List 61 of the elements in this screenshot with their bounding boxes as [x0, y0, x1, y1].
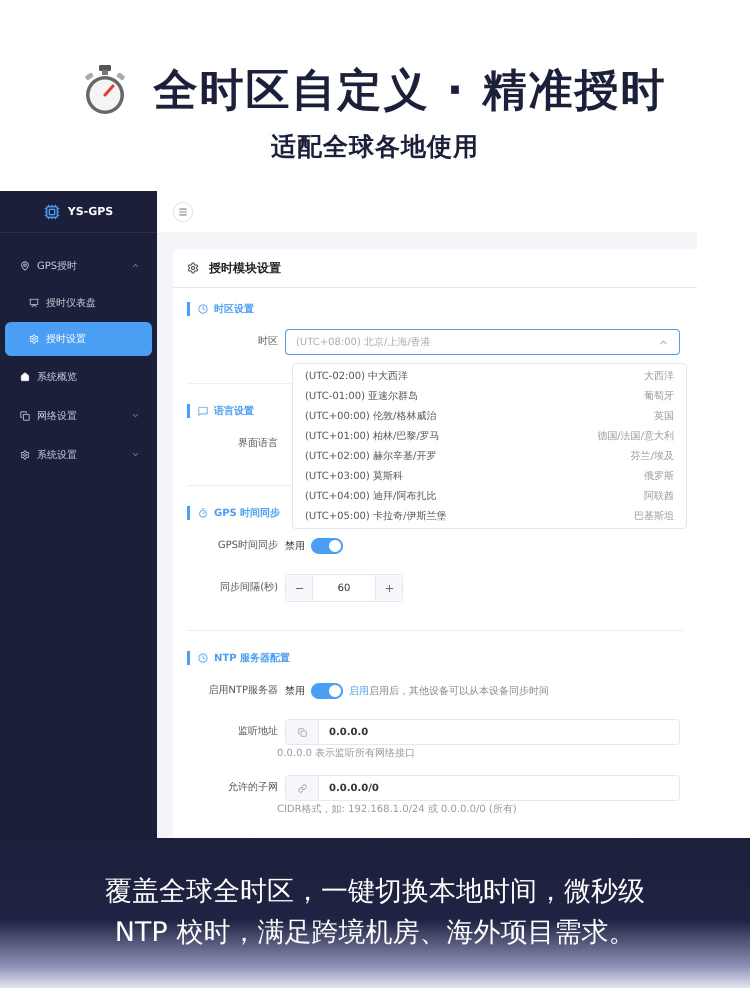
sidebar-item[interactable]: 系统概览: [5, 358, 152, 395]
dropdown-option[interactable]: (UTC+03:00) 莫斯科 俄罗斯: [293, 466, 686, 486]
overlapping-squares-icon: [298, 728, 306, 736]
presentation-icon: [29, 298, 39, 308]
overlapping-squares-icon: [20, 410, 30, 420]
chevron-up-icon: [131, 261, 140, 270]
sidebar-item[interactable]: 授时仪表盘: [5, 286, 152, 320]
switch-off-label: 禁用: [285, 684, 305, 698]
sidebar-item[interactable]: 网络设置: [5, 397, 152, 434]
switch-off-label: 禁用: [285, 540, 305, 553]
sidebar-item[interactable]: 系统设置: [5, 436, 152, 473]
dropdown-option[interactable]: (UTC-02:00) 中大西洋 大西洋: [293, 366, 686, 386]
gear-icon: [20, 450, 30, 460]
dropdown-option[interactable]: (UTC+02:00) 赫尔辛基/开罗 芬兰/埃及: [293, 446, 686, 466]
field-label: 允许的子网: [227, 780, 279, 795]
toggle-switch[interactable]: [311, 538, 343, 554]
headline-title: 全时区自定义 · 精准授时: [153, 64, 667, 118]
dropdown-option[interactable]: (UTC-01:00) 亚速尔群岛 葡萄牙: [293, 386, 686, 406]
dropdown-option[interactable]: (UTC+05:00) 卡拉奇/伊斯兰堡 巴基斯坦: [293, 506, 686, 526]
chip-icon: [44, 204, 60, 220]
field-label: 监听地址: [237, 724, 279, 739]
link-icon: [298, 784, 306, 792]
dropdown-option[interactable]: (UTC+00:00) 伦敦/格林威治 英国: [293, 406, 686, 426]
help-text: 0.0.0.0 表示监听所有网络接口: [277, 748, 416, 760]
switch-on-label: 启用: [349, 684, 369, 698]
dropdown-option[interactable]: (UTC+04:00) 迪拜/阿布扎比 阿联酋: [293, 486, 686, 506]
field-label: GPS时间同步: [216, 538, 279, 553]
gear-icon: [187, 262, 199, 274]
brand-name: YS-GPS: [68, 205, 114, 218]
field-label: 启用NTP服务器: [207, 684, 279, 698]
card-title: 授时模块设置: [209, 260, 281, 276]
headline-subtitle: 适配全球各地使用: [271, 132, 479, 162]
sidebar-item[interactable]: GPS授时: [5, 247, 152, 284]
chevron-down-icon: [131, 450, 140, 459]
section-title: NTP 服务器配置: [214, 652, 290, 665]
banner-text: 覆盖全球全时区，一键切换本地时间，微秒级: [105, 875, 645, 909]
plus-icon: [384, 582, 394, 594]
field-label: 界面语言: [237, 436, 279, 451]
clock-icon: [198, 653, 208, 663]
stopwatch-icon: [83, 65, 128, 117]
switch-hint: 启用后，其他设备可以从本设备同步时间: [369, 684, 549, 698]
field-label: 同步间隔(秒): [219, 580, 279, 595]
input-field[interactable]: 0.0.0.0/0: [285, 775, 680, 801]
home-icon: [20, 372, 30, 382]
menu-icon: [178, 206, 188, 216]
toggle-switch[interactable]: [311, 683, 343, 699]
gear-icon: [29, 334, 39, 344]
timer-icon: [198, 508, 208, 518]
input-field[interactable]: 0.0.0.0: [285, 719, 680, 745]
dropdown-option[interactable]: (UTC+01:00) 柏林/巴黎/罗马 德国/法国/意大利: [293, 426, 686, 446]
clock-icon: [198, 304, 208, 314]
menu-button[interactable]: [173, 202, 193, 222]
section-title: GPS 时间同步: [214, 506, 280, 520]
section-title: 语言设置: [214, 404, 254, 418]
chevron-down-icon: [131, 411, 140, 420]
chat-icon: [198, 406, 208, 416]
field-label: 时区: [257, 334, 279, 349]
section-title: 时区设置: [214, 302, 254, 316]
map-pin-icon: [20, 260, 30, 270]
banner-text: NTP 校时，满足跨境机房、海外项目需求。: [114, 916, 636, 950]
help-text: CIDR格式，如: 192.168.1.0/24 或 0.0.0.0/0 (所有): [277, 804, 518, 816]
